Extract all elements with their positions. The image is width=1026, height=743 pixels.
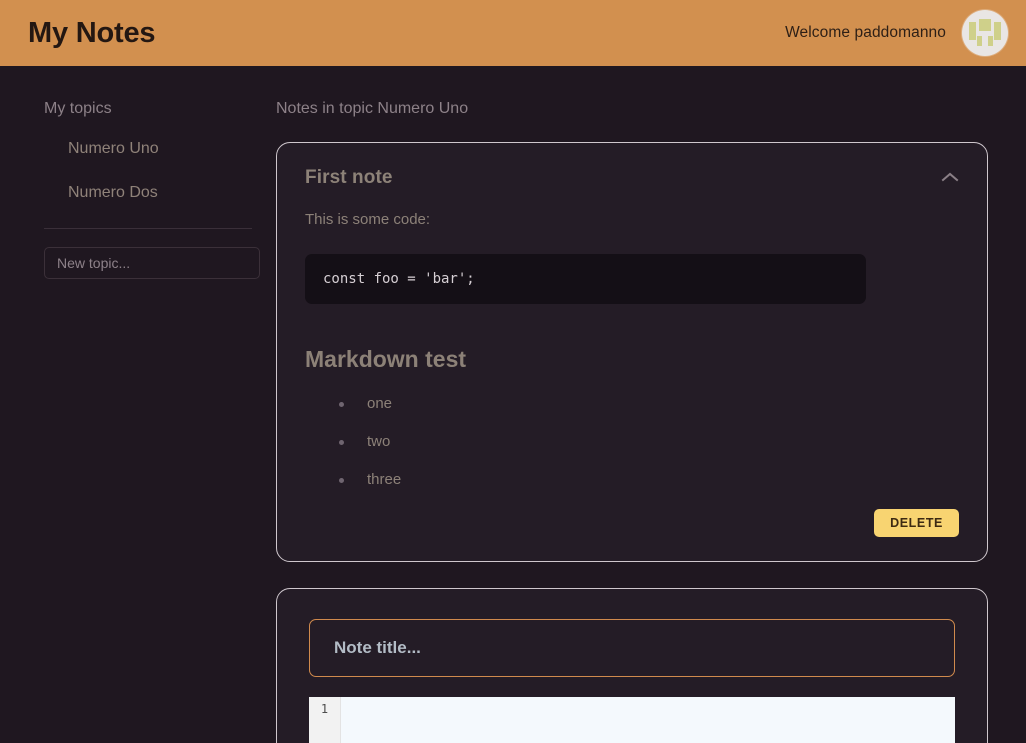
- new-note-editor-card: 1: [276, 588, 988, 743]
- list-item: Numero Uno: [44, 140, 252, 158]
- topic-list: Numero Uno Numero Dos: [44, 140, 252, 202]
- avatar-block-bottom-right: [988, 36, 993, 46]
- list-item: one: [339, 395, 959, 412]
- avatar-block-left: [969, 22, 976, 40]
- list-item: Numero Dos: [44, 184, 252, 202]
- sidebar: My topics Numero Uno Numero Dos: [0, 66, 276, 743]
- list-item: two: [339, 433, 959, 450]
- notes-topic-subtitle: Notes in topic Numero Uno: [276, 100, 469, 117]
- page-body: My topics Numero Uno Numero Dos Notes in…: [0, 66, 1026, 743]
- note-title: First note: [305, 167, 393, 188]
- app-header: My Notes Welcome paddomanno: [0, 0, 1026, 66]
- markdown-list: one two three: [305, 395, 959, 488]
- sidebar-heading: My topics: [44, 100, 112, 117]
- delete-note-button[interactable]: DELETE: [874, 509, 959, 537]
- note-code-text: const foo = 'bar';: [323, 271, 475, 287]
- sidebar-item-numero-dos[interactable]: Numero Dos: [68, 184, 158, 201]
- page-title: My Notes: [28, 16, 156, 49]
- note-paragraph: This is some code:: [305, 211, 431, 228]
- list-item: three: [339, 471, 959, 488]
- avatar-block-bottom-left: [977, 36, 982, 46]
- note-code-editor[interactable]: 1: [309, 697, 955, 743]
- main-content: Notes in topic Numero Uno First note Thi…: [276, 66, 1026, 743]
- note-title-input[interactable]: [309, 619, 955, 677]
- markdown-heading: Markdown test: [305, 346, 467, 372]
- sidebar-item-numero-uno[interactable]: Numero Uno: [68, 140, 159, 157]
- welcome-message: Welcome paddomanno: [785, 24, 946, 41]
- note-card-header: First note: [305, 167, 959, 189]
- new-topic-input[interactable]: [44, 247, 260, 279]
- avatar[interactable]: [962, 10, 1008, 56]
- sidebar-divider: [44, 228, 252, 229]
- note-card-actions: DELETE: [305, 509, 959, 537]
- collapse-note-button[interactable]: [941, 171, 959, 183]
- header-right-group: Welcome paddomanno: [785, 10, 1008, 56]
- editor-line-number: 1: [309, 697, 341, 743]
- avatar-block-right: [994, 22, 1001, 40]
- note-code-block: const foo = 'bar';: [305, 254, 866, 304]
- note-card: First note This is some code: const foo …: [276, 142, 988, 562]
- chevron-up-icon: [941, 172, 959, 182]
- editor-text-area[interactable]: [341, 697, 955, 743]
- avatar-block-center-inner: [982, 22, 988, 28]
